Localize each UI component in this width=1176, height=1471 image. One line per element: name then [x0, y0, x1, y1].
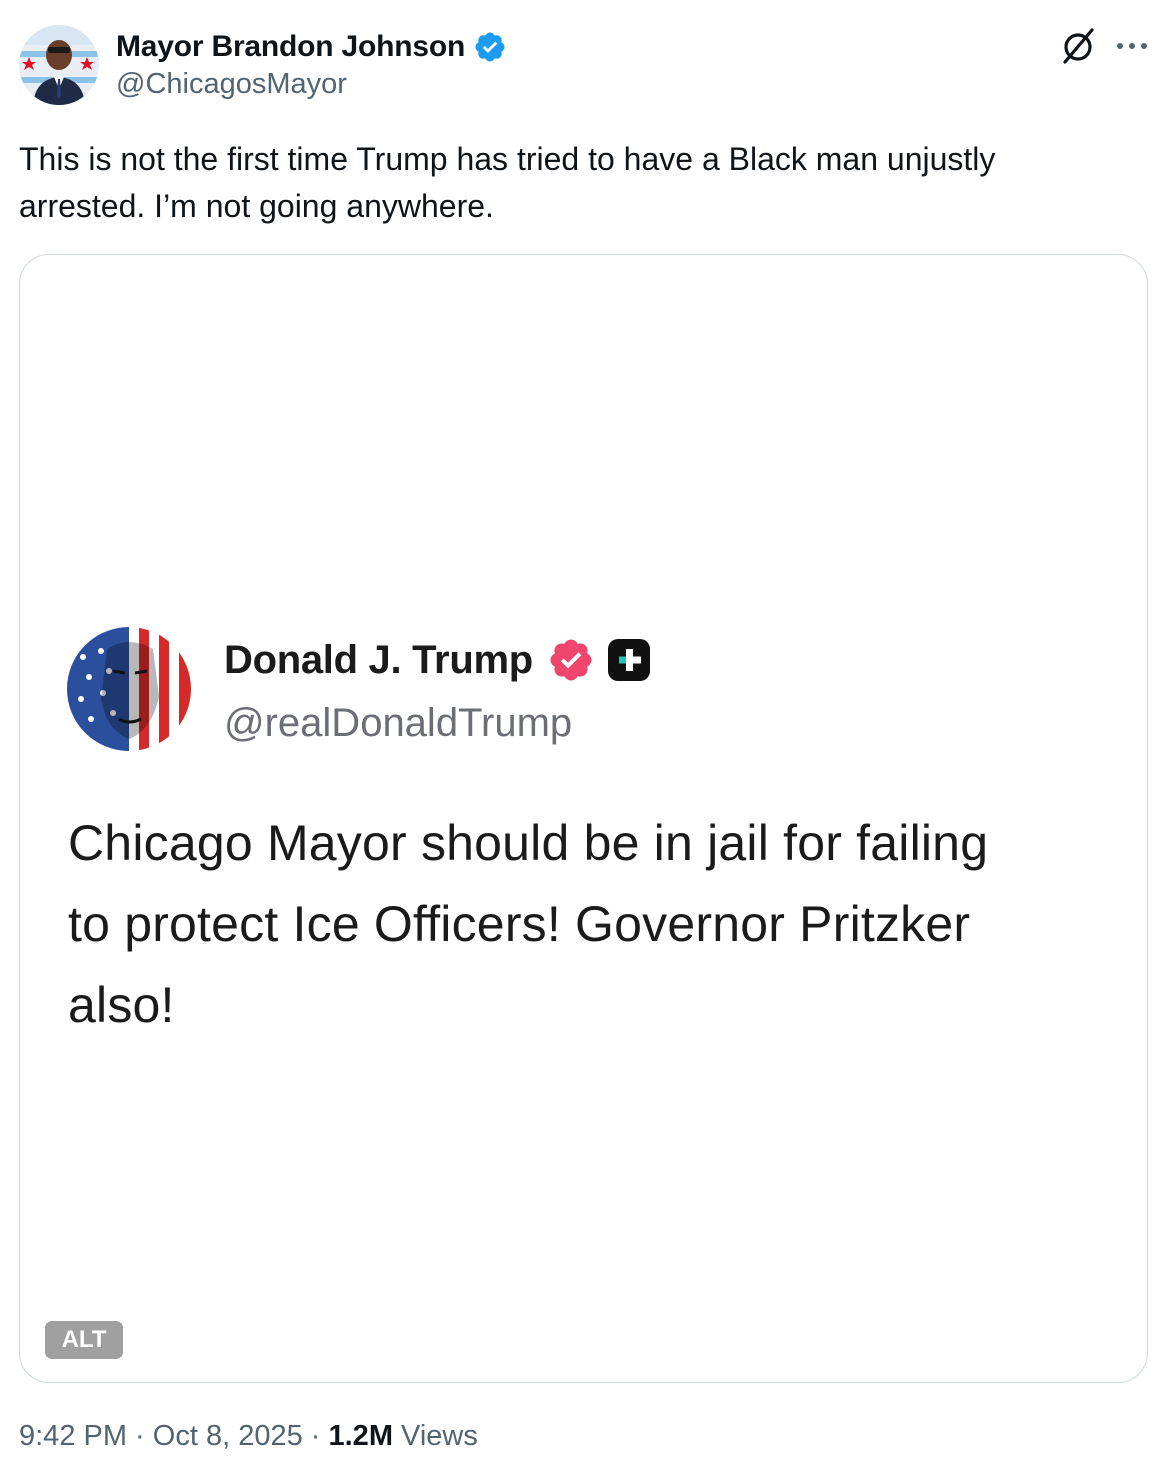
embedded-author-name: Donald J. Trump [224, 637, 533, 682]
embedded-author-name-row: Donald J. Trump [224, 633, 651, 687]
embedded-author-handle: @realDonaldTrump [224, 701, 573, 745]
author-display-name[interactable]: Mayor Brandon Johnson [116, 30, 465, 64]
meta-separator: · [302, 1420, 329, 1452]
embedded-post-line: to protect Ice Officers! Governor Pritzk… [68, 896, 971, 952]
post-text-line: arrested. I’m not going anywhere. [19, 188, 494, 224]
post-meta: 9:42 PM · Oct 8, 2025 · 1.2M Views [19, 1420, 478, 1453]
embedded-post-text: Chicago Mayor should be in jail for fail… [68, 803, 1108, 1046]
views-count[interactable]: 1.2M [329, 1420, 393, 1452]
meta-separator: · [127, 1420, 153, 1452]
author-avatar[interactable] [19, 25, 99, 105]
post-time[interactable]: 9:42 PM [19, 1420, 127, 1452]
embedded-post-line: also! [68, 977, 175, 1033]
truth-plus-icon [607, 638, 651, 682]
author-name-row[interactable]: Mayor Brandon Johnson [116, 28, 507, 66]
post-date[interactable]: Oct 8, 2025 [153, 1420, 303, 1452]
post-text-line: This is not the first time Trump has tri… [19, 141, 996, 177]
post-text: This is not the first time Trump has tri… [19, 136, 1139, 230]
grok-icon[interactable] [1058, 26, 1098, 66]
verified-badge-icon [473, 30, 507, 64]
post-media-image[interactable]: Donald J. Trump @realDonaldTrump Chicago… [19, 254, 1148, 1383]
views-label: Views [392, 1420, 478, 1452]
alt-text-button[interactable]: ALT [45, 1321, 123, 1359]
embedded-post-line: Chicago Mayor should be in jail for fail… [68, 815, 989, 871]
author-handle[interactable]: @ChicagosMayor [116, 68, 347, 101]
embedded-author-avatar [67, 627, 191, 751]
embedded-verified-badge-icon [547, 636, 595, 684]
more-options-icon[interactable] [1114, 34, 1150, 58]
